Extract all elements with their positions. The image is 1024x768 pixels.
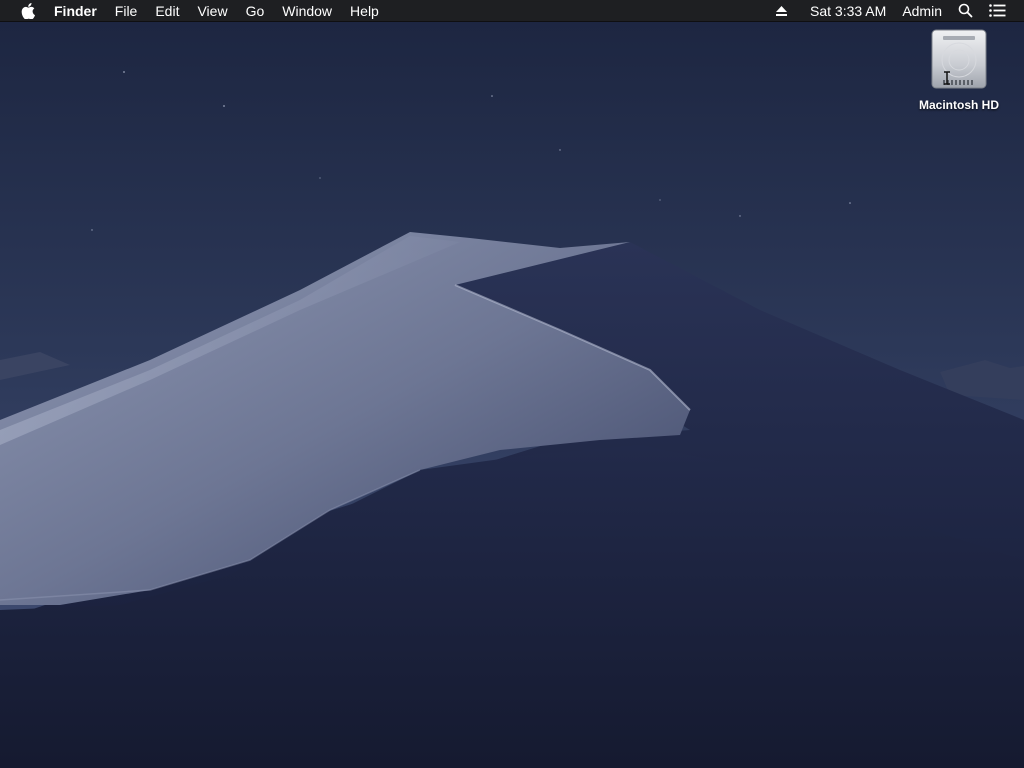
menu-bar: Finder File Edit View Go Window Help Sat… — [0, 0, 1024, 22]
menu-app-finder[interactable]: Finder — [46, 0, 106, 22]
wallpaper-dunes — [0, 0, 1024, 768]
menu-view[interactable]: View — [188, 0, 236, 22]
notification-center-icon[interactable] — [981, 0, 1014, 22]
desktop-item-label: Macintosh HD — [918, 98, 999, 112]
menu-file[interactable]: File — [106, 0, 147, 22]
eject-icon[interactable] — [767, 0, 796, 22]
hard-drive-icon[interactable] — [929, 28, 989, 92]
menu-window[interactable]: Window — [273, 0, 341, 22]
menu-edit[interactable]: Edit — [146, 0, 188, 22]
menu-bar-extras: Sat 3:33 AM Admin — [767, 0, 1024, 22]
apple-logo-icon[interactable] — [19, 0, 37, 22]
menu-bar-left: Finder File Edit View Go Window Help — [0, 0, 388, 22]
spotlight-search-icon[interactable] — [950, 0, 981, 22]
desktop[interactable]: Finder File Edit View Go Window Help Sat… — [0, 0, 1024, 768]
menu-go[interactable]: Go — [237, 0, 274, 22]
user-menu[interactable]: Admin — [894, 0, 950, 22]
clock[interactable]: Sat 3:33 AM — [802, 0, 894, 22]
menu-help[interactable]: Help — [341, 0, 388, 22]
desktop-item-macintosh-hd[interactable]: Macintosh HD — [904, 28, 1014, 112]
